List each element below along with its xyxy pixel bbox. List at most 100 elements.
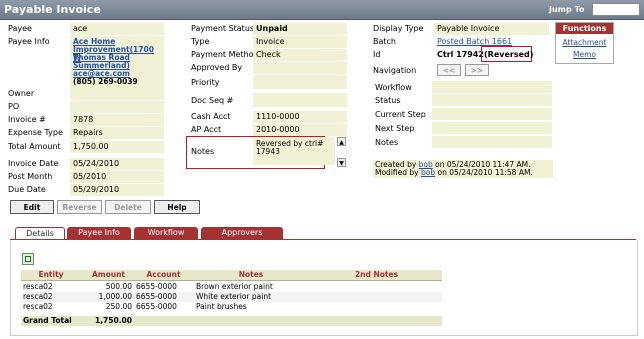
type-field[interactable]: Invoice bbox=[253, 36, 347, 48]
functions-header: Functions bbox=[556, 23, 613, 34]
column-header-amount[interactable]: Amount bbox=[81, 270, 136, 280]
expense-type-label: Expense Type bbox=[8, 128, 63, 137]
workflow-field bbox=[432, 81, 552, 93]
payee-label: Payee bbox=[8, 24, 32, 33]
payment-status-field: Unpaid bbox=[253, 23, 347, 35]
tab-payee-info[interactable]: Payee Info bbox=[67, 227, 131, 239]
expense-type-field[interactable]: Repairs bbox=[70, 127, 164, 139]
cell-amount: 500.00 bbox=[105, 282, 132, 291]
cell-account: 6655-0000 bbox=[136, 302, 177, 311]
memo-link[interactable]: Memo bbox=[556, 50, 613, 59]
window-title: Payable Invoice bbox=[4, 3, 101, 16]
invoice-number-field[interactable]: 7878 bbox=[70, 114, 164, 126]
display-type-label: Display Type bbox=[373, 24, 424, 33]
status-field bbox=[432, 94, 552, 106]
cell-notes: Paint brushes bbox=[196, 302, 247, 311]
ap-acct-label: AP Acct bbox=[191, 125, 222, 134]
grid-header: Entity Amount Account Notes 2nd Notes bbox=[21, 270, 442, 281]
title-bar: Payable Invoice Jump To bbox=[0, 0, 644, 20]
po-field[interactable] bbox=[70, 101, 164, 113]
jump-to-input[interactable] bbox=[592, 3, 640, 16]
post-month-label: Post Month bbox=[8, 172, 53, 181]
navigation-label: Navigation bbox=[373, 66, 417, 75]
invoice-date-field[interactable]: 05/24/2010 bbox=[70, 158, 164, 170]
cell-entity: resca02 bbox=[23, 292, 53, 301]
display-type-field[interactable]: Payable Invoice bbox=[434, 23, 549, 35]
notes-label: Notes bbox=[191, 147, 215, 156]
owner-label: Owner bbox=[8, 89, 35, 98]
total-amount-label: Total Amount bbox=[8, 142, 61, 151]
doc-seq-label: Doc Seq # bbox=[191, 96, 234, 105]
modified-by-user-link[interactable]: bob bbox=[421, 168, 435, 177]
notes-scroll-down-icon[interactable]: ▼ bbox=[337, 158, 346, 167]
invoice-date-label: Invoice Date bbox=[8, 159, 59, 168]
priority-field[interactable] bbox=[253, 75, 347, 89]
priority-label: Priority bbox=[191, 78, 220, 87]
column-header-notes[interactable]: Notes bbox=[191, 270, 311, 280]
current-step-field bbox=[432, 108, 552, 120]
type-label: Type bbox=[191, 37, 210, 46]
due-date-field[interactable]: 05/29/2010 bbox=[70, 184, 164, 196]
cell-entity: resca02 bbox=[23, 302, 53, 311]
cash-acct-label: Cash Acct bbox=[191, 112, 231, 121]
payment-method-field[interactable]: Check bbox=[253, 49, 347, 61]
audit-info: Created by bob on 05/24/2010 11:47 AM. M… bbox=[373, 160, 553, 178]
export-icon[interactable] bbox=[22, 253, 34, 265]
approved-by-label: Approved By bbox=[191, 63, 243, 72]
reverse-button[interactable]: Reverse bbox=[57, 200, 102, 214]
edit-button[interactable]: Edit bbox=[10, 200, 54, 214]
table-row[interactable]: resca02 250.00 6655-0000 Paint brushes bbox=[21, 302, 442, 312]
invoice-number-label: Invoice # bbox=[8, 115, 46, 124]
payee-info-label: Payee Info bbox=[8, 37, 50, 46]
nav-prev-button[interactable]: << bbox=[437, 64, 461, 76]
cell-entity: resca02 bbox=[23, 282, 53, 291]
delete-button[interactable]: Delete bbox=[105, 200, 151, 214]
grand-total-value: 1,750.00 bbox=[94, 316, 132, 325]
column-header-entity[interactable]: Entity bbox=[21, 270, 81, 280]
batch-link[interactable]: Posted Batch 1661 bbox=[437, 37, 512, 46]
payee-info-box: Ace Home Improvement(1700 W Thomas Road … bbox=[70, 36, 164, 88]
next-step-field bbox=[432, 122, 552, 134]
id-label: Id bbox=[373, 50, 381, 59]
status-label: Status bbox=[375, 96, 401, 105]
next-step-label: Next Step bbox=[375, 124, 415, 133]
cash-acct-field[interactable]: 1110-0000 bbox=[253, 111, 347, 123]
workflow-label: Workflow bbox=[375, 83, 412, 92]
owner-field[interactable] bbox=[70, 88, 164, 100]
due-date-label: Due Date bbox=[8, 185, 46, 194]
payment-method-label: Payment Method bbox=[191, 50, 259, 59]
grand-total-label: Grand Total bbox=[23, 316, 72, 325]
payee-field[interactable]: ace bbox=[70, 23, 164, 35]
ap-acct-field[interactable]: 2010-0000 bbox=[253, 124, 347, 136]
total-amount-field[interactable]: 1,750.00 bbox=[70, 141, 164, 153]
table-row[interactable]: resca02 1,000.00 6655-0000 White exterio… bbox=[21, 292, 442, 302]
modified-by-text: Modified by bbox=[375, 168, 419, 177]
workflow-notes-field bbox=[432, 136, 552, 148]
current-step-label: Current Step bbox=[375, 110, 426, 119]
workflow-notes-label: Notes bbox=[375, 138, 399, 147]
help-button[interactable]: Help bbox=[154, 200, 200, 214]
tab-approvers[interactable]: Approvers bbox=[201, 227, 283, 239]
jump-to-label: Jump To bbox=[549, 5, 585, 14]
approved-by-field[interactable] bbox=[253, 62, 347, 74]
functions-panel: Functions Attachment Memo bbox=[555, 22, 614, 64]
notes-line: 17943 bbox=[256, 147, 280, 156]
id-status: (Reversed) bbox=[484, 50, 534, 59]
column-header-2nd-notes[interactable]: 2nd Notes bbox=[311, 270, 442, 280]
tab-workflow[interactable]: Workflow bbox=[134, 227, 198, 239]
cell-account: 6655-0000 bbox=[136, 282, 177, 291]
modified-on-text: on 05/24/2010 11:58 AM. bbox=[437, 168, 533, 177]
cell-notes: White exterior paint bbox=[196, 292, 272, 301]
doc-seq-field[interactable] bbox=[253, 93, 347, 107]
payment-status-label: Payment Status bbox=[191, 24, 255, 33]
table-row[interactable]: resca02 500.00 6655-0000 Brown exterior … bbox=[21, 282, 442, 292]
post-month-field[interactable]: 05/2010 bbox=[70, 171, 164, 183]
cell-notes: Brown exterior paint bbox=[196, 282, 273, 291]
attachment-link[interactable]: Attachment bbox=[556, 38, 613, 47]
notes-scroll-up-icon[interactable]: ▲ bbox=[337, 137, 346, 146]
column-header-account[interactable]: Account bbox=[136, 270, 191, 280]
po-label: PO bbox=[8, 102, 20, 111]
nav-next-button[interactable]: >> bbox=[465, 64, 489, 76]
notes-textarea[interactable]: Reversed by ctrl# 17943 bbox=[253, 137, 335, 165]
grand-total-row: Grand Total 1,750.00 bbox=[21, 316, 442, 326]
